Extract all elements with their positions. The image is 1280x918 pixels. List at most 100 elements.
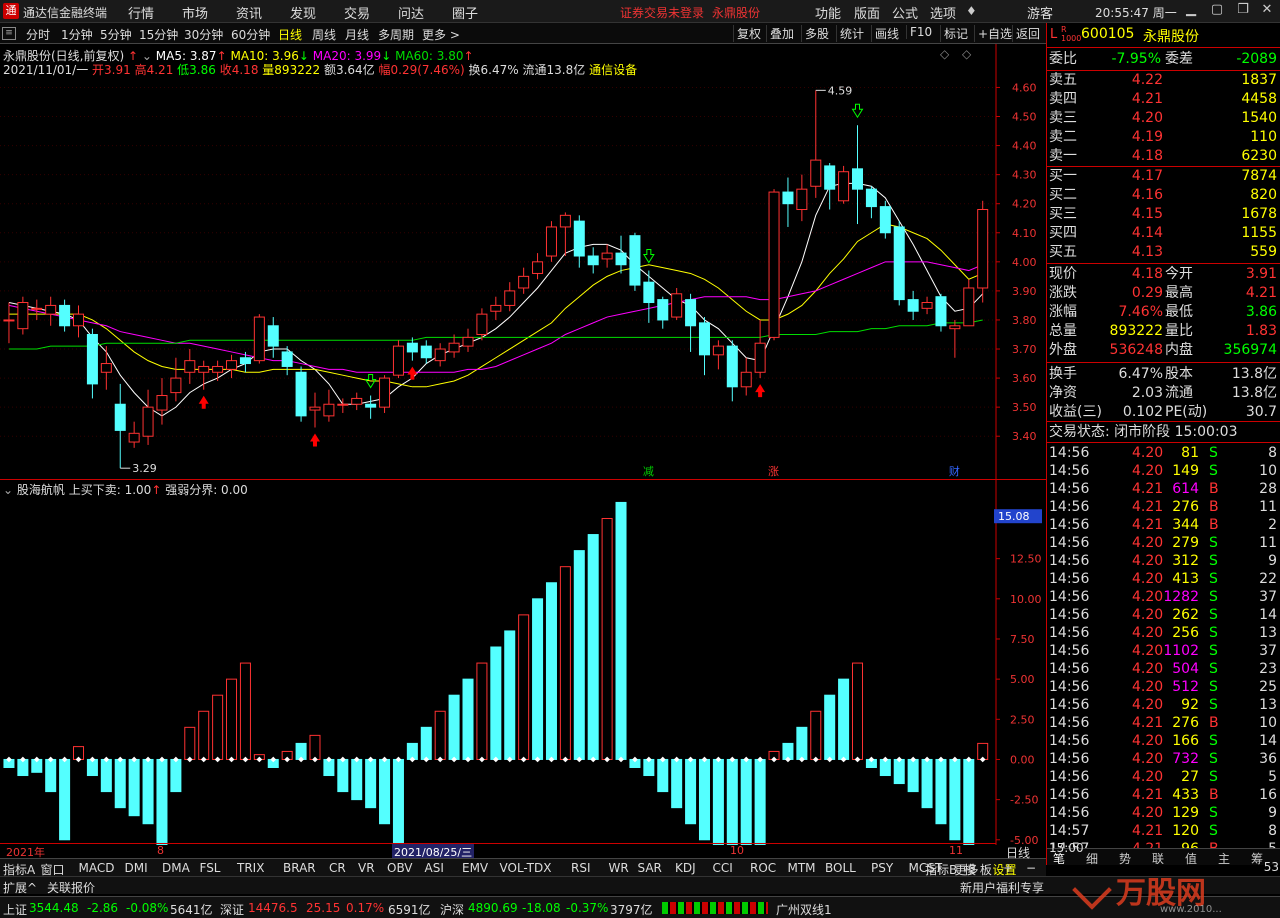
indicator-tab[interactable]: SAR (638, 861, 662, 875)
period-1min[interactable]: 1分钟 (61, 26, 93, 43)
menu-quanzi[interactable]: 圈子 (452, 3, 478, 22)
ask-price: 4.22 (1131, 72, 1163, 88)
ind-bar (309, 734, 321, 760)
sz-index-name[interactable]: 深证 (220, 901, 244, 918)
server-line[interactable]: 广州双线1 (776, 901, 832, 918)
ask-label: 卖二 (1049, 129, 1077, 145)
login-notice[interactable]: 证券交易未登录 (620, 4, 704, 21)
hs-index-name[interactable]: 沪深 (440, 901, 464, 918)
max-price-label: 4.59 (828, 84, 853, 97)
menu-jiaoyi[interactable]: 交易 (344, 3, 370, 22)
candle-body (337, 403, 349, 406)
period-15min[interactable]: 15分钟 (139, 26, 178, 43)
close-icon[interactable]: ✕ (1256, 2, 1278, 20)
btn-zixuan[interactable]: +自选 (974, 25, 1015, 42)
indicator-tab[interactable]: DMA (162, 861, 190, 875)
tab-related-quote[interactable]: 关联报价 (47, 879, 95, 896)
ask-volume: 4458 (1241, 91, 1277, 107)
indicator-tab[interactable]: TRIX (237, 861, 264, 875)
tick-price: 4.21 (1132, 517, 1164, 533)
tick-tab[interactable]: 主 (1218, 850, 1230, 867)
sh-index-chg: -2.86 (87, 901, 119, 915)
btn-biaoji[interactable]: 标记 (940, 25, 971, 42)
btn-f10[interactable]: F10 (906, 25, 935, 39)
menu-gongneng[interactable]: 功能 (815, 3, 841, 22)
indicator-tab[interactable]: RSI (571, 861, 591, 875)
btn-tongji[interactable]: 统计 (836, 25, 867, 42)
period-monthly[interactable]: 月线 (345, 26, 369, 43)
tick-price: 4.21 (1132, 823, 1164, 839)
collapse-icon[interactable]: ≡ (2, 27, 16, 40)
indicator-tab[interactable]: CR (329, 861, 346, 875)
indicator-tab[interactable]: ASI (425, 861, 444, 875)
tab-right[interactable]: − (1026, 861, 1036, 875)
indicator-tab[interactable]: MTM (788, 861, 816, 875)
indicator-tab[interactable]: KDJ (675, 861, 696, 875)
tick-side: B (1209, 481, 1219, 497)
indicator-tab[interactable]: CCI (713, 861, 733, 875)
minimize-icon[interactable]: ▁ (1180, 2, 1202, 20)
indicator-tab[interactable]: VR (358, 861, 375, 875)
indicator-tab[interactable]: ROC (750, 861, 776, 875)
tab-right[interactable]: + (1003, 861, 1013, 875)
menu-gongshi[interactable]: 公式 (892, 3, 918, 22)
indicator-tab[interactable]: BOLL (825, 861, 856, 875)
sh-index-name[interactable]: 上证 (3, 901, 27, 918)
kline-chart[interactable]: 4.60 4.50 4.40 4.30 4.20 4.10 4.00 3.90 3.80 3.70… (0, 44, 1046, 480)
ind-tick-label: 7.50 (1010, 633, 1035, 646)
period-30min[interactable]: 30分钟 (184, 26, 223, 43)
ind-tick-label: 0.00 (1010, 753, 1035, 766)
candle-body (3, 319, 15, 322)
menu-shichang[interactable]: 市场 (182, 3, 208, 22)
menu-wenda[interactable]: 问达 (398, 3, 424, 22)
menu-hangqing[interactable]: 行情 (128, 3, 154, 22)
user-label[interactable]: 游客 (1027, 3, 1053, 22)
menu-zixun[interactable]: 资讯 (236, 3, 262, 22)
indicator-tab[interactable]: EMV (462, 861, 488, 875)
menu-banmian[interactable]: 版面 (854, 3, 880, 22)
period-weekly[interactable]: 周线 (312, 26, 336, 43)
indicator-chart[interactable]: 15.0012.5010.007.505.002.500.00-2.50-5.0… (0, 480, 1046, 845)
tick-tab[interactable]: 联 (1152, 850, 1164, 867)
indicator-tab[interactable]: MACD (79, 861, 115, 875)
period-daily[interactable]: 日线 (278, 26, 302, 43)
period-label: 日线 (1006, 846, 1031, 860)
btn-huaxian[interactable]: 画线 (871, 25, 902, 42)
ind-bar (379, 758, 391, 825)
skin-icon[interactable]: ♦ (966, 4, 977, 18)
indicator-tab[interactable]: OBV (387, 861, 413, 875)
indicator-tab[interactable]: PSY (871, 861, 893, 875)
tab-expand[interactable]: 扩展^ (3, 879, 37, 896)
event-marker: 财 (949, 464, 960, 478)
tick-tab[interactable]: 势 (1119, 850, 1131, 867)
tick-row: 14:56 4.20 166 S 14 (1047, 732, 1280, 751)
indicator-tab[interactable]: VOL-TDX (500, 861, 552, 875)
ask-label: 卖一 (1049, 148, 1077, 164)
ask-row: 卖四 4.21 4458 (1047, 90, 1280, 109)
restore-icon[interactable]: ❐ (1232, 2, 1254, 20)
btn-fanhui[interactable]: 返回 (1012, 25, 1043, 42)
btn-fuquan[interactable]: 复权 (733, 25, 764, 42)
period-multi[interactable]: 多周期 (378, 26, 414, 43)
menu-faxian[interactable]: 发现 (290, 3, 316, 22)
indicator-tab[interactable]: WR (609, 861, 629, 875)
tick-tab[interactable]: 细 (1086, 850, 1098, 867)
btn-diejia[interactable]: 叠加 (766, 25, 797, 42)
menu-xuanxiang[interactable]: 选项 (930, 3, 956, 22)
quote-body: 委比 -7.95% 委差 -2089 卖五 4.22 1837 卖四 4.21 4458 卖三 4.2… (1047, 49, 1280, 874)
tick-tab[interactable]: 值 (1185, 850, 1197, 867)
tick-side: S (1209, 733, 1218, 749)
tick-tab[interactable]: 筹 (1251, 850, 1263, 867)
title-bar: 通 通达信金融终端 行情 市场 资讯 发现 交易 问达 圈子 证券交易未登录 永… (0, 0, 1280, 23)
indicator-tab[interactable]: DMI (125, 861, 148, 875)
stat-value: 0.29 (1131, 285, 1163, 301)
maximize-icon[interactable]: ▢ (1206, 2, 1228, 20)
btn-duogu[interactable]: 多股 (801, 25, 832, 42)
period-60min[interactable]: 60分钟 (231, 26, 270, 43)
promo-link[interactable]: 新用户福利专享 (960, 879, 1044, 896)
indicator-tab[interactable]: BRAR (283, 861, 316, 875)
indicator-tab[interactable]: FSL (200, 861, 221, 875)
period-5min[interactable]: 5分钟 (100, 26, 132, 43)
period-more[interactable]: 更多 > (422, 26, 460, 43)
period-fenshi[interactable]: 分时 (26, 26, 50, 43)
